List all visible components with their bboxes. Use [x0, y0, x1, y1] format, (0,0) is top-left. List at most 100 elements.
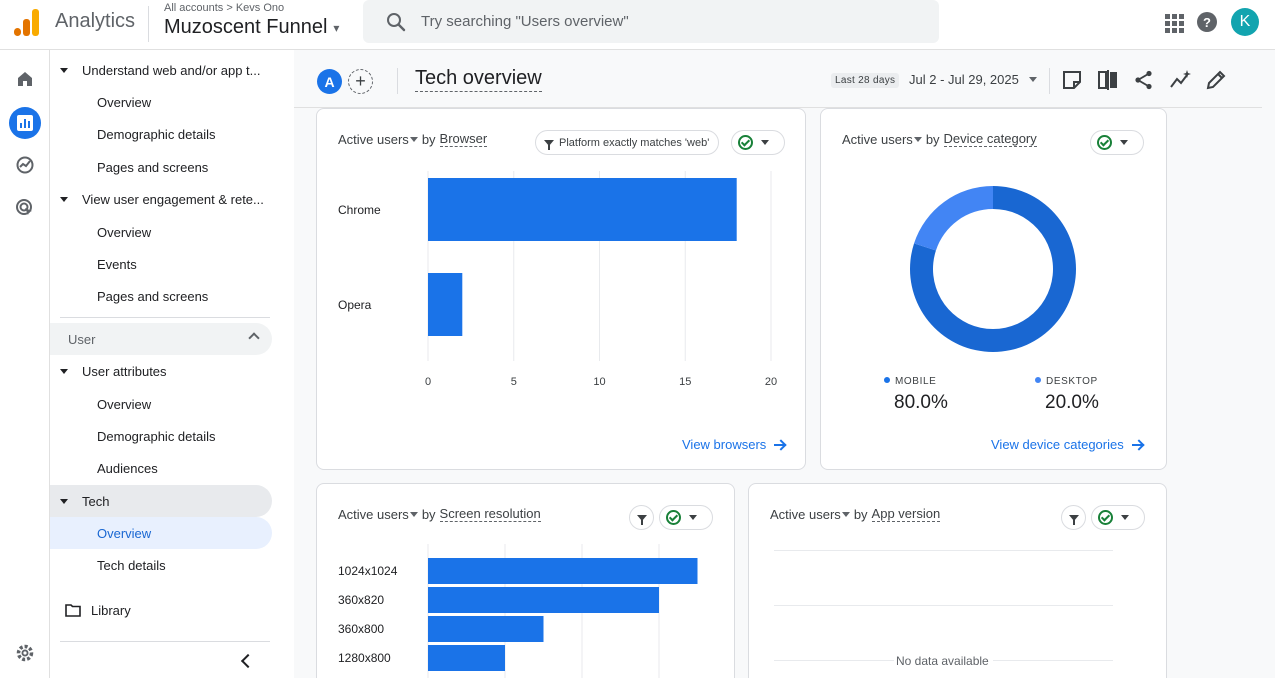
filter-button[interactable]	[629, 505, 654, 530]
property-name: Muzoscent Funnel	[164, 16, 328, 38]
filter-chip[interactable]: Platform exactly matches 'web'	[535, 130, 720, 155]
link-label: View browsers	[682, 437, 767, 452]
nav-group-label: View user engagement & rete...	[82, 191, 264, 207]
card-screen-resolution: Active users by Screen resolution 1024x1…	[316, 483, 735, 678]
nav-item[interactable]: Overview	[97, 388, 297, 420]
dimension-selector[interactable]: Screen resolution	[439, 506, 541, 522]
data-quality-chip[interactable]	[659, 505, 713, 530]
view-browsers-link[interactable]: View browsers	[682, 437, 786, 452]
caret-down-icon	[1028, 77, 1037, 82]
category-label: 360x820	[338, 593, 384, 607]
dimension-selector[interactable]: Browser	[439, 131, 488, 147]
nav-item[interactable]: Pages and screens	[97, 280, 297, 312]
collapse-sidebar-icon[interactable]	[240, 653, 256, 669]
chevron-down-icon: ▾	[333, 20, 340, 35]
share-icon[interactable]	[1133, 69, 1155, 91]
property-selector[interactable]: Muzoscent Funnel ▾	[164, 16, 339, 39]
date-range-picker[interactable]: Jul 2 - Jul 29, 2025	[909, 72, 1037, 87]
dimension-selector[interactable]: App version	[871, 506, 941, 522]
help-icon[interactable]: ?	[1197, 12, 1217, 32]
nav-item[interactable]: Demographic details	[97, 118, 297, 150]
apps-grid-icon[interactable]	[1163, 12, 1184, 33]
top-bar: Analytics All accounts > Kevs Ono Muzosc…	[0, 0, 1275, 50]
donut-slice-desktop	[914, 186, 993, 251]
nav-item[interactable]: Overview	[97, 86, 297, 118]
advertising-icon[interactable]	[9, 192, 41, 224]
search-bar[interactable]	[363, 0, 939, 43]
nav-group-user-attributes[interactable]: User attributes	[60, 355, 282, 387]
app-name: Analytics	[55, 10, 136, 32]
search-input[interactable]	[421, 13, 901, 30]
nav-section-user[interactable]: User	[50, 323, 272, 355]
avatar[interactable]: K	[1231, 8, 1259, 36]
gear-icon[interactable]	[9, 637, 41, 669]
nav-library[interactable]: Library	[65, 594, 265, 626]
filter-icon	[1068, 514, 1079, 525]
nav-item[interactable]: Overview	[97, 216, 297, 248]
comment-icon[interactable]	[1061, 69, 1083, 91]
arrow-right-icon	[774, 439, 786, 451]
category-label: 360x800	[338, 622, 384, 636]
axis-tick-label: 0	[425, 376, 431, 388]
explore-icon[interactable]	[9, 149, 41, 181]
reports-icon[interactable]	[9, 107, 41, 139]
bar	[428, 587, 659, 613]
bar	[428, 616, 544, 642]
caret-down-icon	[1121, 515, 1129, 520]
metric-selector[interactable]: Active users	[338, 132, 422, 147]
caret-down-icon	[409, 136, 418, 142]
nav-item[interactable]: Tech details	[97, 549, 297, 581]
home-icon[interactable]	[9, 63, 41, 95]
legend-dot	[884, 376, 890, 383]
caret-down-icon	[60, 498, 68, 504]
by-label: by	[421, 506, 436, 522]
insights-icon[interactable]	[1169, 69, 1191, 91]
chevron-up-icon	[248, 332, 260, 344]
account-breadcrumb[interactable]: All accounts > Kevs Ono	[164, 2, 284, 14]
filter-button[interactable]	[1061, 505, 1086, 530]
by-label: by	[853, 506, 868, 522]
segment-badge[interactable]: A	[317, 69, 342, 94]
nav-group-understand[interactable]: Understand web and/or app t...	[60, 54, 282, 86]
card-browser: Active users by Browser Platform exactly…	[316, 108, 806, 470]
legend-label: DESKTOP	[1046, 376, 1098, 387]
dimension-selector[interactable]: Device category	[943, 131, 1037, 147]
bar	[428, 178, 737, 241]
main-content: A + Tech overview Last 28 days Jul 2 - J…	[294, 50, 1275, 678]
analytics-logo-icon[interactable]	[14, 8, 40, 36]
nav-item[interactable]: Pages and screens	[97, 151, 297, 183]
gridline	[774, 605, 1113, 606]
nav-item[interactable]: Audiences	[97, 452, 297, 484]
data-quality-chip[interactable]	[1090, 130, 1144, 155]
report-header: A + Tech overview Last 28 days Jul 2 - J…	[294, 50, 1262, 108]
view-device-categories-link[interactable]: View device categories	[991, 437, 1144, 452]
metric-selector[interactable]: Active users	[770, 507, 854, 522]
card-title: Active users by Browser	[338, 131, 488, 147]
date-preset-chip[interactable]: Last 28 days	[831, 73, 900, 88]
data-quality-chip[interactable]	[1091, 505, 1145, 530]
nav-item[interactable]: Events	[97, 248, 297, 280]
gridline	[993, 660, 1113, 661]
nav-group-engagement[interactable]: View user engagement & rete...	[60, 183, 282, 215]
metric-selector[interactable]: Active users	[338, 507, 422, 522]
legend-value: 80.0%	[894, 392, 948, 413]
nav-group-label: Tech	[82, 493, 110, 509]
nav-item[interactable]: Demographic details	[97, 420, 297, 452]
divider	[1049, 68, 1050, 94]
page-title[interactable]: Tech overview	[415, 67, 542, 92]
add-comparison-button[interactable]: +	[348, 69, 373, 94]
metric-selector[interactable]: Active users	[842, 132, 926, 147]
filter-chip-label: Platform exactly matches 'web'	[559, 136, 710, 149]
axis-tick-label: 5	[511, 376, 517, 388]
search-icon	[383, 9, 409, 35]
caret-down-icon	[689, 515, 697, 520]
legend-label: MOBILE	[895, 376, 937, 387]
nav-group-tech[interactable]: Tech	[60, 485, 282, 517]
edit-pencil-icon[interactable]	[1205, 69, 1227, 91]
card-title: Active users by Device category	[842, 131, 1037, 147]
divider	[148, 6, 149, 42]
data-quality-chip[interactable]	[731, 130, 785, 155]
nav-item-tech-overview[interactable]: Overview	[97, 517, 297, 549]
gridline	[774, 660, 894, 661]
compare-icon[interactable]	[1097, 69, 1119, 91]
